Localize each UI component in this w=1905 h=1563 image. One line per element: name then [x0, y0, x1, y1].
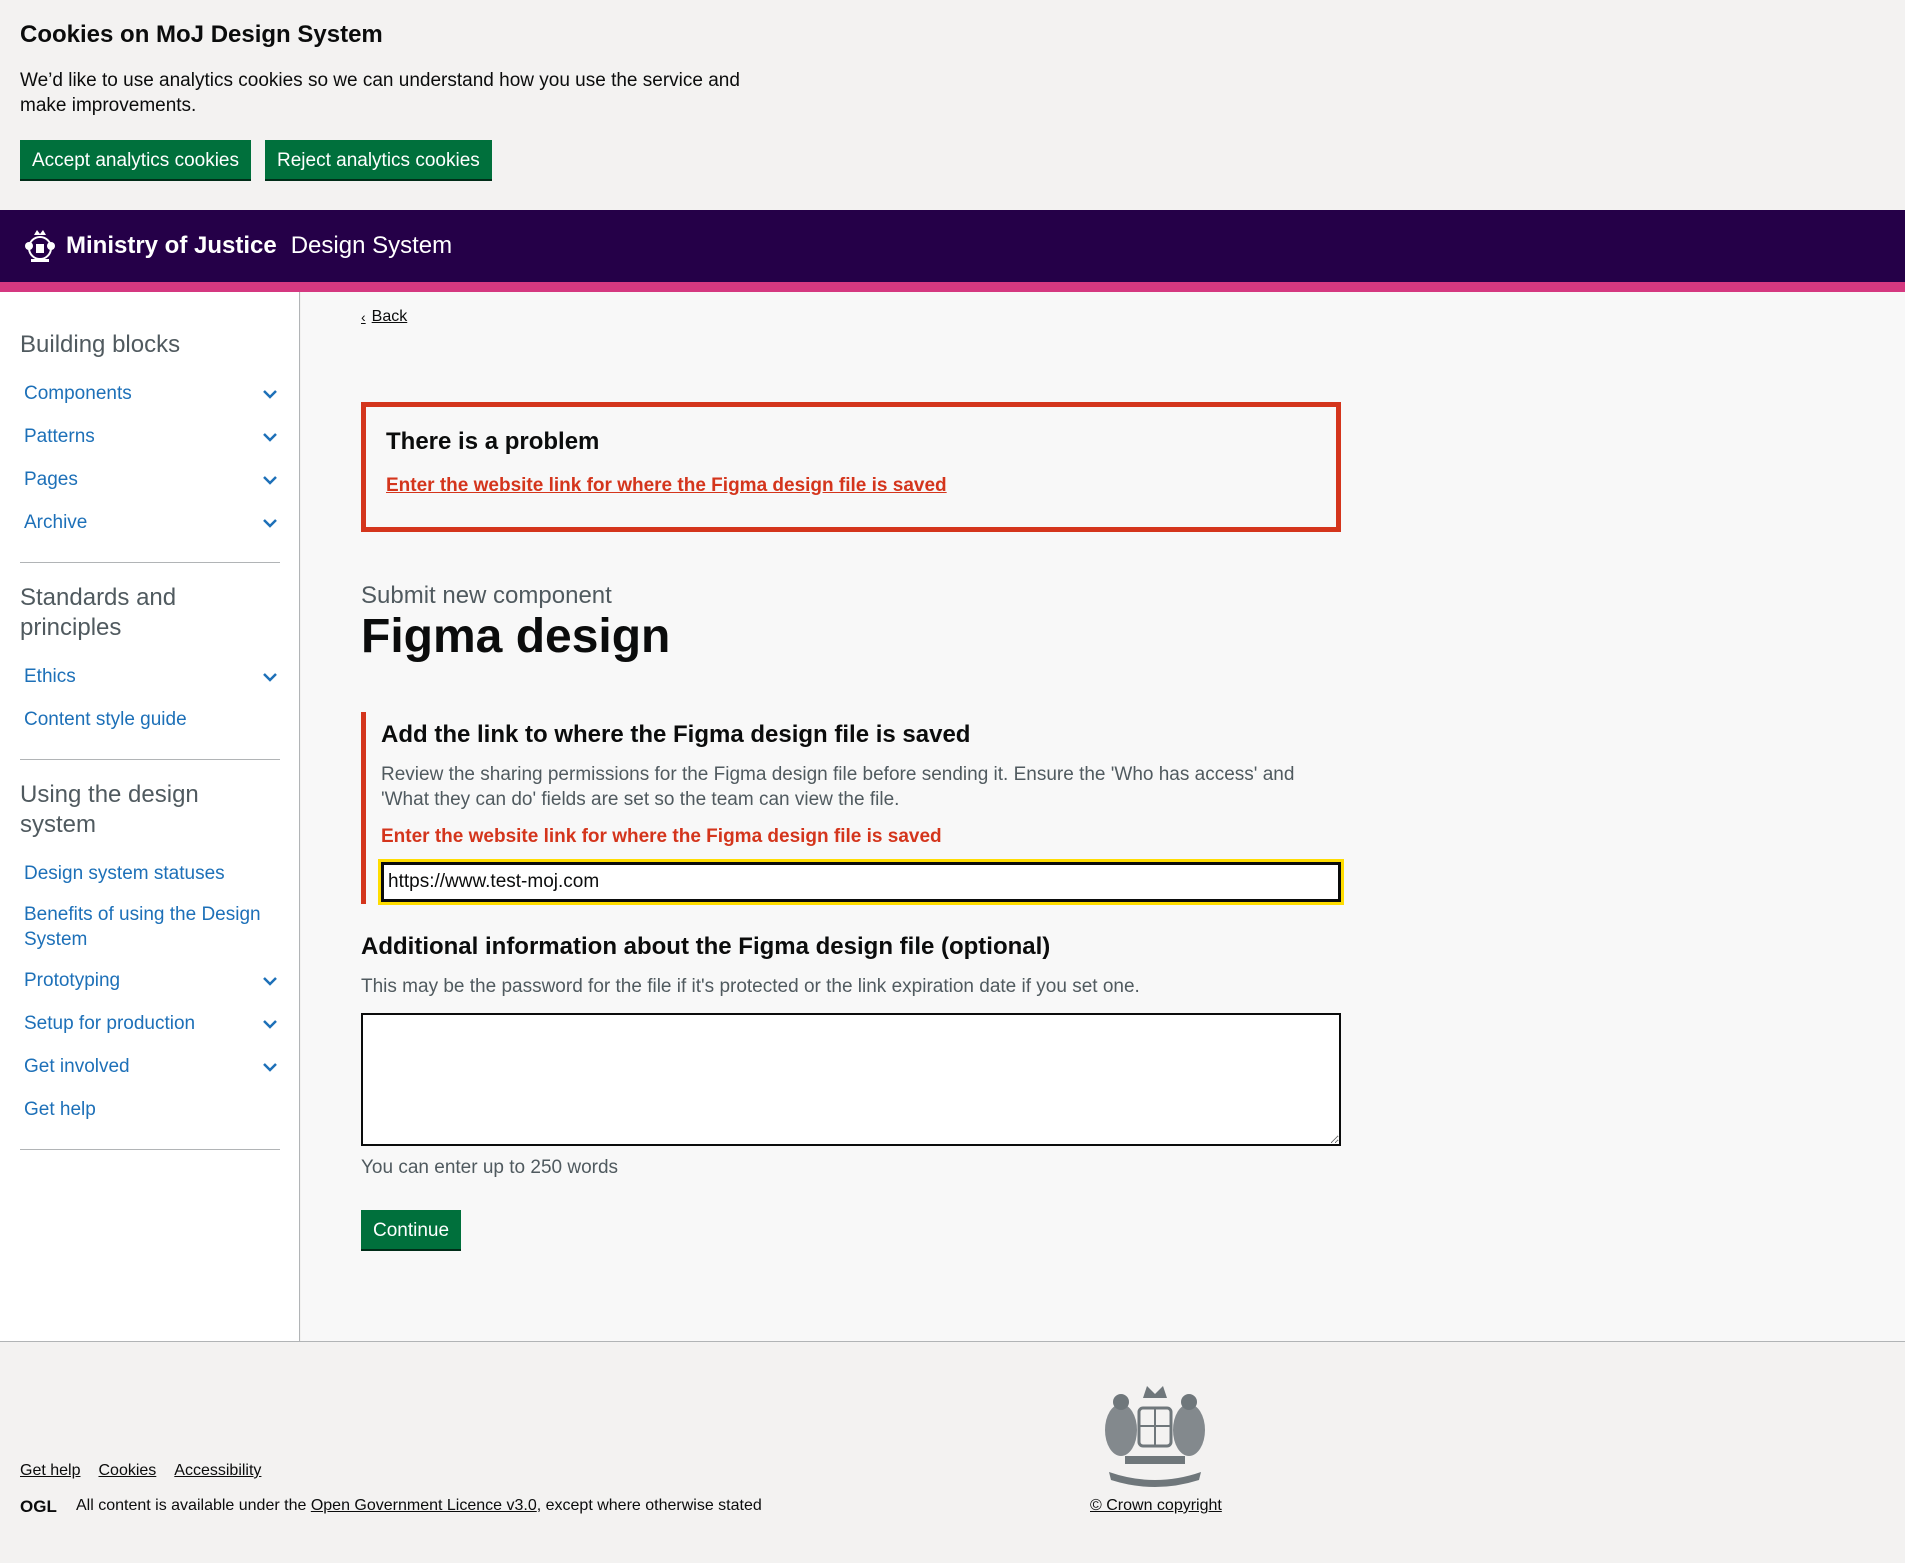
error-summary-link[interactable]: Enter the website link for where the Fig…: [386, 475, 1316, 497]
chevron-down-icon[interactable]: [261, 668, 279, 686]
sidebar-item-label: Ethics: [24, 665, 76, 687]
sidebar-item-label: Benefits of using the Design System: [24, 904, 261, 950]
crown-copyright-link[interactable]: © Crown copyright: [1090, 1497, 1222, 1515]
figma-link-form-group: Add the link to where the Figma design f…: [361, 712, 1344, 905]
main-content: ‹ Back There is a problem Enter the webs…: [301, 292, 1905, 1341]
sidebar-item-label: Design system statuses: [24, 862, 225, 884]
sidebar-item-setup-for-production[interactable]: Setup for production: [20, 1002, 279, 1045]
back-link[interactable]: ‹ Back: [361, 308, 407, 326]
sidebar-item-label: Archive: [24, 511, 88, 533]
nav-section-heading: Standards and principles: [20, 584, 177, 641]
chevron-down-icon[interactable]: [261, 428, 279, 446]
footer-link-accessibility[interactable]: Accessibility: [174, 1462, 261, 1480]
additional-info-hint: This may be the password for the file if…: [361, 976, 1140, 997]
sidebar-item-archive[interactable]: Archive: [20, 501, 279, 544]
back-link-label: Back: [371, 308, 408, 325]
service-name[interactable]: Design System: [291, 232, 452, 260]
royal-coat-of-arms-icon: [1105, 1386, 1205, 1487]
cookie-banner-heading: Cookies on MoJ Design System: [20, 21, 383, 48]
figma-link-input[interactable]: [378, 859, 1344, 905]
footer-link-get-help[interactable]: Get help: [20, 1462, 80, 1480]
reject-cookies-button[interactable]: Reject analytics cookies: [265, 140, 492, 179]
page-caption: Submit new component: [361, 582, 612, 609]
licence-prefix: All content is available under the: [76, 1497, 307, 1514]
sidebar-item-label: Get help: [24, 1098, 96, 1120]
page-title: Figma design: [361, 610, 671, 663]
additional-info-label: Additional information about the Figma d…: [361, 933, 1051, 960]
sidebar-item-components[interactable]: Components: [20, 372, 279, 415]
chevron-down-icon[interactable]: [261, 385, 279, 403]
chevron-down-icon[interactable]: [261, 514, 279, 532]
continue-button[interactable]: Continue: [361, 1210, 462, 1249]
sidebar-item-design-system-statuses[interactable]: Design system statuses: [20, 852, 279, 895]
additional-info-form-group: Additional information about the Figma d…: [361, 932, 1341, 1179]
royal-crest-icon: [25, 230, 55, 262]
cookie-banner-actions: Accept analytics cookies Reject analytic…: [20, 140, 492, 179]
cookie-banner-body: We’d like to use analytics cookies so we…: [20, 70, 740, 116]
footer-link-cookies[interactable]: Cookies: [98, 1462, 156, 1480]
sidebar-item-label: Components: [24, 382, 132, 404]
nav-divider: [20, 1149, 280, 1150]
error-summary-title: There is a problem: [386, 428, 600, 455]
figma-link-label: Add the link to where the Figma design f…: [381, 721, 971, 748]
chevron-down-icon[interactable]: [261, 972, 279, 990]
chevron-left-icon: ‹: [361, 309, 366, 325]
cookie-banner: Cookies on MoJ Design System We’d like t…: [0, 0, 1905, 210]
site-footer: Get help Cookies Accessibility OGL All c…: [0, 1341, 1905, 1563]
ogl-logo-icon: OGL: [20, 1497, 57, 1515]
additional-info-textarea[interactable]: [361, 1013, 1341, 1146]
sidebar-item-get-help[interactable]: Get help: [20, 1088, 279, 1131]
chevron-down-icon[interactable]: [261, 471, 279, 489]
sidebar-item-ethics[interactable]: Ethics: [20, 655, 279, 698]
chevron-down-icon[interactable]: [261, 1058, 279, 1076]
word-count-message: You can enter up to 250 words: [361, 1157, 619, 1178]
site-header: Ministry of Justice Design System: [0, 210, 1905, 282]
footer-links: Get help Cookies Accessibility: [20, 1462, 261, 1480]
figma-link-error-message: Enter the website link for where the Fig…: [381, 826, 942, 847]
org-name[interactable]: Ministry of Justice: [66, 232, 277, 260]
header-accent-bar: [0, 282, 1905, 292]
sidebar-item-benefits[interactable]: Benefits of using the Design System: [20, 895, 279, 959]
licence-statement: OGL All content is available under the O…: [20, 1497, 762, 1515]
sidebar-item-label: Setup for production: [24, 1012, 196, 1034]
nav-divider: [20, 562, 280, 563]
side-navigation: Building blocks Components Patterns Page…: [0, 292, 300, 1341]
sidebar-item-content-style-guide[interactable]: Content style guide: [20, 698, 279, 741]
sidebar-item-get-involved[interactable]: Get involved: [20, 1045, 279, 1088]
sidebar-item-label: Get involved: [24, 1055, 130, 1077]
sidebar-item-prototyping[interactable]: Prototyping: [20, 959, 279, 1002]
figma-link-hint: Review the sharing permissions for the F…: [381, 764, 1295, 810]
licence-suffix: , except where otherwise stated: [536, 1497, 762, 1514]
nav-section-heading: Using the design system: [20, 781, 199, 838]
sidebar-item-label: Patterns: [24, 425, 95, 447]
error-summary: There is a problem Enter the website lin…: [361, 402, 1341, 532]
sidebar-item-label: Pages: [24, 468, 78, 490]
sidebar-item-pages[interactable]: Pages: [20, 458, 279, 501]
chevron-down-icon[interactable]: [261, 1015, 279, 1033]
sidebar-item-label: Prototyping: [24, 969, 121, 991]
svg-text:OGL: OGL: [20, 1497, 57, 1515]
nav-divider: [20, 759, 280, 760]
sidebar-item-label: Content style guide: [24, 708, 187, 730]
nav-section-heading: Building blocks: [20, 331, 181, 358]
sidebar-item-patterns[interactable]: Patterns: [20, 415, 279, 458]
accept-cookies-button[interactable]: Accept analytics cookies: [20, 140, 251, 179]
licence-link[interactable]: Open Government Licence v3.0: [311, 1497, 537, 1515]
